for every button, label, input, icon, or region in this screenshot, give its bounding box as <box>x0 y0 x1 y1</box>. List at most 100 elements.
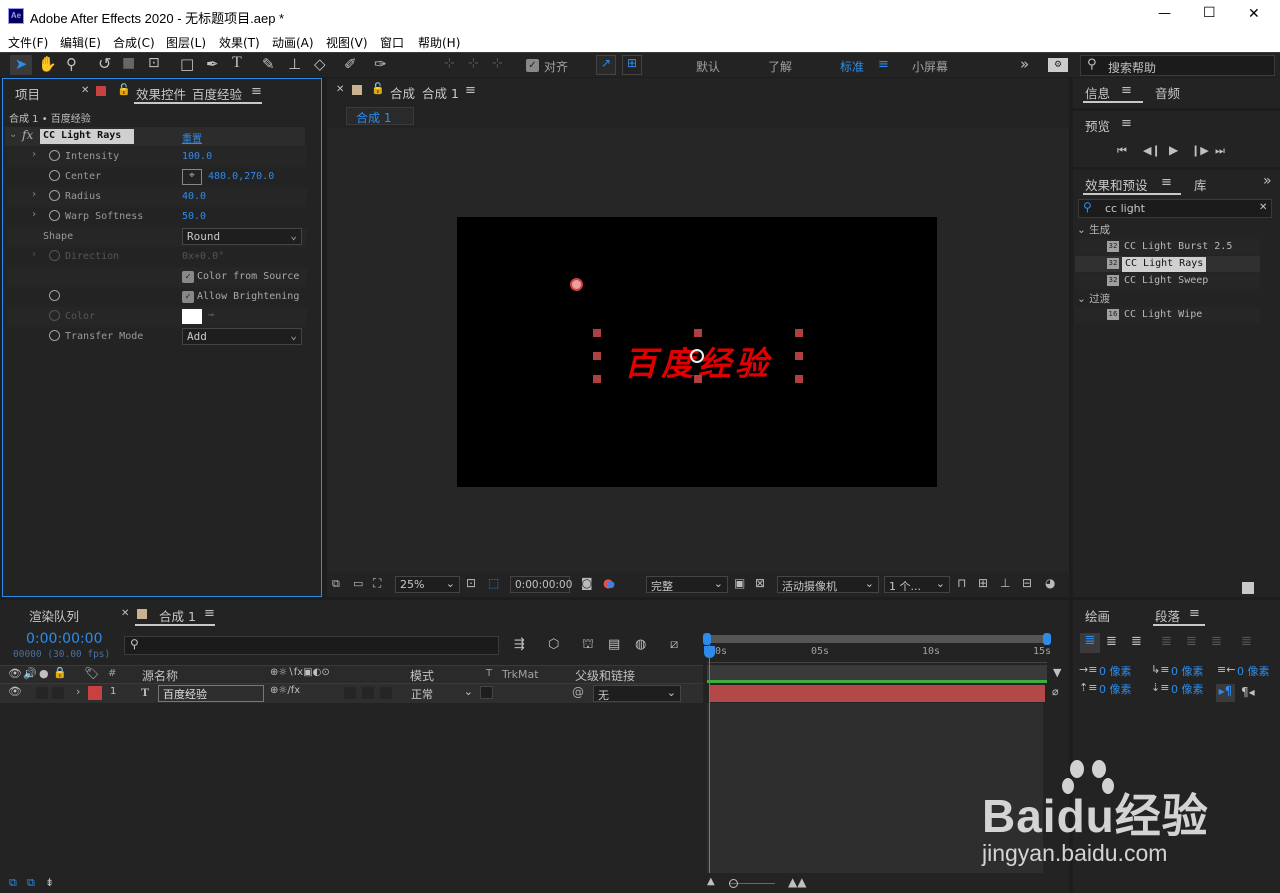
in-out-toggle-icon[interactable]: ⇟ <box>45 876 54 889</box>
align-left-icon[interactable]: ≣ <box>1080 633 1100 653</box>
tab-project[interactable]: 项目 <box>15 84 40 103</box>
snap-option-icon[interactable]: ↗ <box>596 55 616 75</box>
justify-all-icon[interactable]: ≣ <box>1241 634 1252 649</box>
justify-last-left-icon[interactable]: ≣ <box>1161 634 1172 649</box>
rtl-direction-icon[interactable]: ¶◂ <box>1241 685 1255 699</box>
puppet-pin-tool-icon[interactable]: ✑ <box>374 55 387 73</box>
panel-menu-icon[interactable]: ≡ <box>204 606 215 621</box>
menu-view[interactable]: 视图(V) <box>326 34 368 51</box>
align-center-icon[interactable]: ≣ <box>1106 634 1117 649</box>
chevron-right-icon[interactable]: › <box>31 149 37 160</box>
timeline-search-box[interactable]: ⚲ <box>124 636 499 655</box>
menu-effect[interactable]: 效果(T) <box>219 34 260 51</box>
parent-dropdown[interactable]: 无 ⌄ <box>593 685 681 702</box>
world-axis-icon[interactable]: ⊹ <box>468 56 479 71</box>
chevron-right-icon[interactable]: › <box>31 189 37 200</box>
category-transition[interactable]: ⌄ 过渡 <box>1077 291 1110 306</box>
transfer-controls-toggle-icon[interactable]: ⧉ <box>27 876 35 890</box>
fx-icon[interactable]: fx <box>22 128 33 142</box>
menu-animation[interactable]: 动画(A) <box>272 34 314 51</box>
trkmat-box[interactable] <box>480 686 493 699</box>
hide-shy-layers-icon[interactable]: ⛫ <box>582 637 594 654</box>
work-area-bar[interactable] <box>707 635 1047 643</box>
tab-info[interactable]: 信息 <box>1085 83 1110 102</box>
lock-icon[interactable]: 🔓 <box>117 83 131 96</box>
panel-overflow-icon[interactable]: » <box>1263 173 1272 189</box>
transfer-mode-dropdown[interactable]: Add ⌄ <box>182 328 302 345</box>
layer-switches[interactable]: ⊕☼/fx <box>270 685 300 696</box>
light-center-target-icon[interactable] <box>570 278 583 291</box>
effect-item[interactable]: CC Light Wipe <box>1124 309 1202 324</box>
hand-tool-icon[interactable]: ✋ <box>38 55 57 73</box>
stopwatch-icon[interactable] <box>49 150 60 161</box>
indent-right-value[interactable]: 0 像素 <box>1237 663 1270 679</box>
workspace-default[interactable]: 默认 <box>696 58 720 75</box>
layer-duration-bar[interactable] <box>709 685 1045 702</box>
current-time-indicator[interactable] <box>709 645 710 873</box>
mask-view-icon[interactable]: ⛶ <box>373 576 381 591</box>
eyedropper-icon[interactable]: ⊸ <box>208 310 214 321</box>
snap-checkbox[interactable]: ✓ <box>526 59 539 72</box>
space-before-value[interactable]: 0 像素 <box>1099 681 1132 697</box>
play-icon[interactable]: ▶ <box>1169 143 1178 157</box>
workspace-menu-icon[interactable]: ≡ <box>878 57 889 72</box>
new-bin-icon[interactable] <box>1242 582 1254 594</box>
tab-effects-presets[interactable]: 效果和预设 <box>1085 175 1148 194</box>
close-tab-icon[interactable]: ✕ <box>121 608 129 619</box>
local-axis-icon[interactable]: ⊹ <box>444 56 455 71</box>
view-axis-icon[interactable]: ⊹ <box>492 56 503 71</box>
justify-last-right-icon[interactable]: ≣ <box>1211 634 1222 649</box>
layer-mode-dropdown[interactable]: 正常 ⌄ <box>407 685 475 702</box>
lock-box[interactable] <box>52 687 64 699</box>
tab-effect-controls[interactable]: 效果控件 <box>136 84 186 103</box>
solo-icon[interactable]: ● <box>39 667 49 680</box>
next-frame-icon[interactable]: ❙▶ <box>1191 144 1209 157</box>
viewer-subtab[interactable]: 合成 1 <box>346 107 414 125</box>
justify-last-center-icon[interactable]: ≣ <box>1186 634 1197 649</box>
transparency-grid-icon[interactable]: ⊠ <box>755 576 765 590</box>
layer-switches-toggle-icon[interactable]: ⧉ <box>9 876 17 890</box>
chevron-down-icon[interactable]: ⌄ <box>9 129 17 140</box>
cti-head[interactable] <box>704 646 715 658</box>
eye-icon[interactable]: 👁 <box>8 667 22 680</box>
column-trkmat[interactable]: TrkMat <box>502 668 539 681</box>
tab-effect-layer-name[interactable]: 百度经验 <box>192 84 242 103</box>
center-value[interactable]: 480.0,270.0 <box>208 171 274 182</box>
space-after-value[interactable]: 0 像素 <box>1171 681 1204 697</box>
fast-previews-icon[interactable]: ▣ <box>734 576 745 590</box>
menu-composition[interactable]: 合成(C) <box>113 34 155 51</box>
comp-canvas[interactable]: 百度经验 <box>457 217 937 487</box>
previous-frame-icon[interactable]: ◀❙ <box>1143 144 1161 157</box>
rotate-tool-icon[interactable]: ↺ <box>98 54 111 73</box>
panel-menu-icon[interactable]: ≡ <box>251 84 262 99</box>
panel-menu-icon[interactable]: ≡ <box>1121 83 1132 98</box>
exposure-icon[interactable]: ◕ <box>1045 576 1055 590</box>
tab-audio[interactable]: 音频 <box>1155 83 1180 102</box>
frame-blending-icon[interactable]: ▤ <box>608 637 620 652</box>
menu-file[interactable]: 文件(F) <box>8 34 48 51</box>
viewer-timecode[interactable]: 0:00:00:00 <box>510 576 572 593</box>
label-tag-icon[interactable]: 🏷 <box>84 666 99 680</box>
crosshair-icon[interactable]: ⌖ <box>182 169 202 185</box>
indent-first-line-value[interactable]: 0 像素 <box>1171 663 1204 679</box>
always-preview-icon[interactable]: ⧉ <box>332 577 340 591</box>
audio-icon[interactable]: 🔊 <box>23 667 37 680</box>
menu-edit[interactable]: 编辑(E) <box>60 34 101 51</box>
workspace-more-icon[interactable]: » <box>1020 55 1029 73</box>
menu-layer[interactable]: 图层(L) <box>166 34 206 51</box>
layer-marker-icon[interactable]: ⌀ <box>1052 685 1059 698</box>
column-source-name[interactable]: 源名称 <box>142 667 178 684</box>
clear-search-icon[interactable]: ✕ <box>1259 202 1267 213</box>
rectangle-tool-icon[interactable]: □ <box>180 55 194 73</box>
eye-icon[interactable]: 👁 <box>8 685 22 698</box>
zoom-out-icon[interactable]: ▲ <box>707 876 715 887</box>
effect-item-selected[interactable]: CC Light Rays <box>1122 257 1207 272</box>
color-swatch[interactable] <box>182 309 202 324</box>
tab-library[interactable]: 库 <box>1194 175 1207 194</box>
last-frame-icon[interactable]: ⏭ <box>1215 144 1225 158</box>
column-mode[interactable]: 模式 <box>410 667 434 684</box>
handle[interactable] <box>593 352 601 360</box>
camera-tool-icon[interactable]: ■ <box>122 55 135 71</box>
align-right-icon[interactable]: ≣ <box>1131 634 1142 649</box>
first-frame-icon[interactable]: ⏮ <box>1117 144 1127 158</box>
